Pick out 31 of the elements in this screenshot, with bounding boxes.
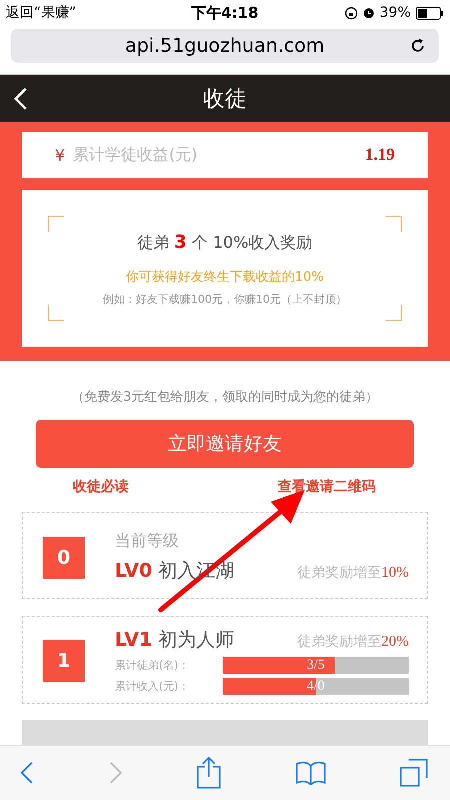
address-bar[interactable]: api.51guozhuan.com	[11, 29, 439, 63]
progress-label: 累计徒弟(名)：	[115, 658, 191, 673]
reward-title: 徒弟 3 个 10%收入奖励	[136, 232, 314, 254]
bookmarks-icon[interactable]	[296, 761, 326, 785]
alarm-icon	[362, 7, 375, 19]
progress-label: 累计收入(元)：	[115, 679, 191, 694]
progress-reading: 3/5	[306, 657, 326, 674]
battery-percent: 39%	[380, 5, 411, 21]
earnings-label: 累计学徒收益(元)	[73, 144, 199, 166]
currency-symbol: ¥	[55, 146, 66, 164]
back-to-app-link[interactable]: 返回“果赚”	[6, 4, 77, 22]
page-title: 收徒	[203, 86, 247, 114]
level-bonus: 徒弟奖励增至10%	[298, 564, 409, 582]
reward-example: 例如：好友下载赚100元，你赚10元（上不封顶）	[102, 292, 348, 307]
level-caption: 当前等级	[115, 531, 180, 552]
tabs-icon[interactable]	[400, 759, 428, 787]
text-link[interactable]: 查看邀请二维码	[278, 478, 376, 496]
battery-icon	[416, 6, 444, 20]
level-name: LV1 初为人师	[115, 628, 234, 653]
reward-highlight: 你可获得好友终生下载收益的10%	[125, 269, 325, 286]
earnings-value: 1.19	[365, 145, 395, 165]
share-icon[interactable]	[197, 757, 221, 789]
rotation-lock-icon	[344, 6, 358, 20]
text-link[interactable]: 收徒必读	[73, 478, 129, 496]
invite-note: （免费发3元红包给朋友，领取的同时成为您的徒弟）	[70, 389, 380, 406]
reload-icon[interactable]	[409, 37, 427, 55]
level-bonus: 徒弟奖励增至20%	[298, 633, 409, 651]
level-badge: 1	[43, 640, 85, 682]
status-time: 下午4:18	[191, 4, 259, 22]
invite-button[interactable]: 立即邀请好友	[36, 420, 414, 468]
level-badge: 0	[43, 536, 85, 578]
